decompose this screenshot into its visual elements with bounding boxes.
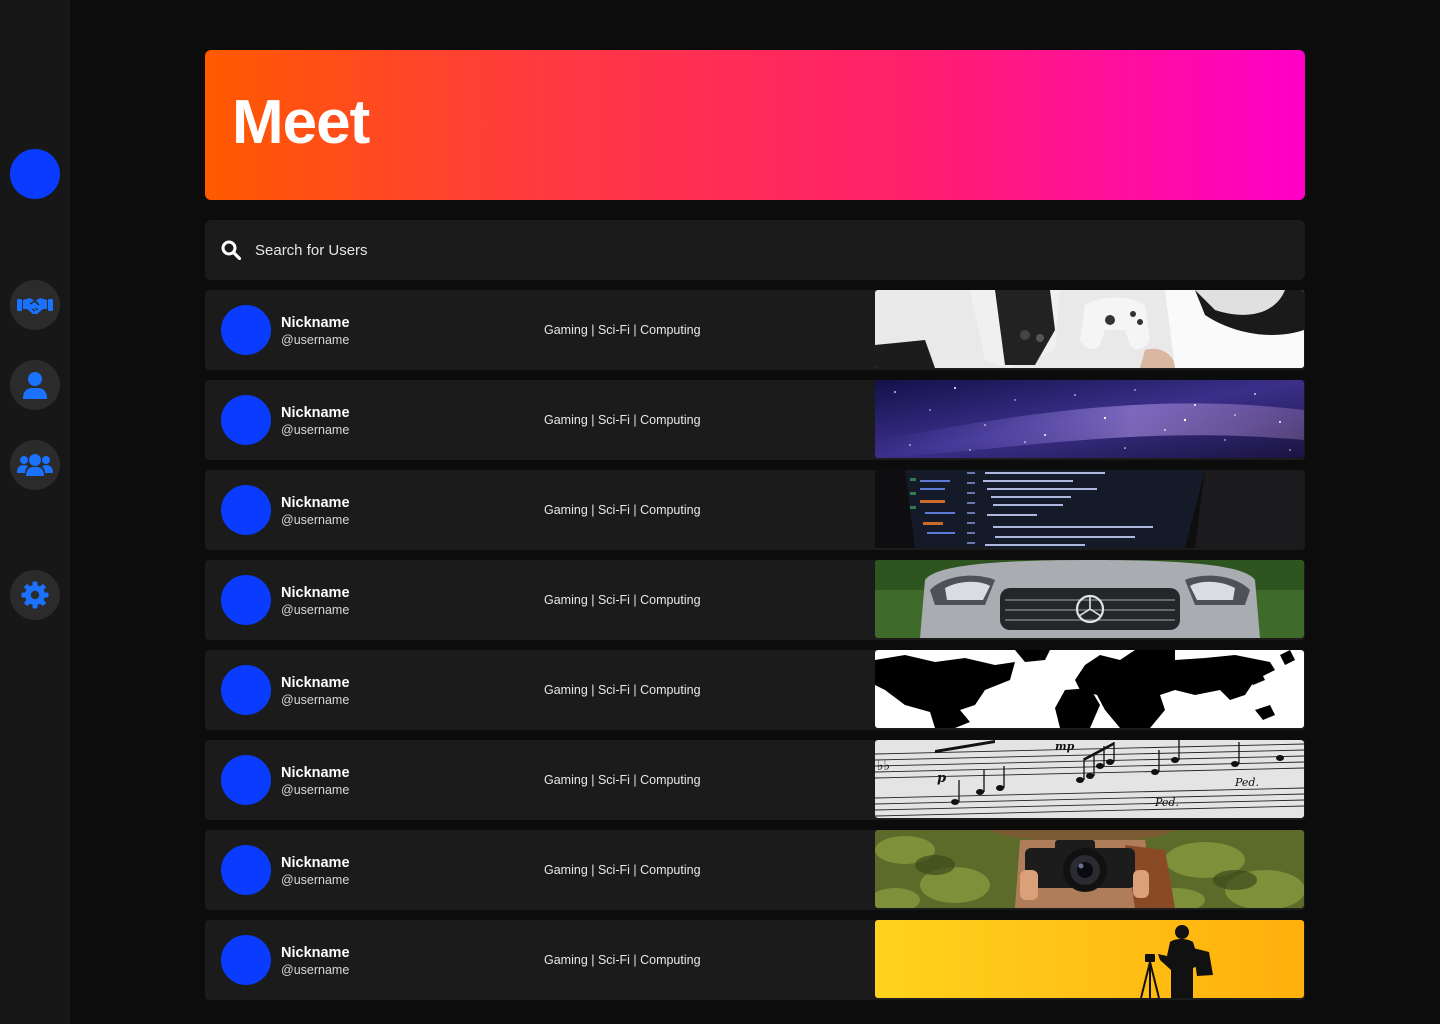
sidebar <box>0 0 70 1024</box>
sidebar-item-settings[interactable] <box>10 570 60 620</box>
user-handle: @username <box>281 423 350 437</box>
svg-text:Ped.: Ped. <box>1154 796 1179 809</box>
avatar[interactable] <box>221 665 271 715</box>
user-handle: @username <box>281 873 350 887</box>
user-interests: Gaming | Sci-Fi | Computing <box>544 503 701 517</box>
avatar[interactable] <box>221 305 271 355</box>
banner-photographer <box>875 830 1304 908</box>
user-handle: @username <box>281 603 350 617</box>
svg-text:Ped.: Ped. <box>1234 776 1259 789</box>
user-nickname: Nickname <box>281 315 350 331</box>
avatar[interactable] <box>221 755 271 805</box>
user-card[interactable]: Nickname @username Gaming | Sci-Fi | Com… <box>205 920 1305 1000</box>
sidebar-item-profile[interactable] <box>10 360 60 410</box>
avatar[interactable] <box>221 935 271 985</box>
user-interests: Gaming | Sci-Fi | Computing <box>544 323 701 337</box>
search-icon <box>221 240 241 260</box>
page-header-banner: Meet <box>205 50 1305 200</box>
user-interests: Gaming | Sci-Fi | Computing <box>544 593 701 607</box>
user-nickname: Nickname <box>281 585 350 601</box>
user-nickname: Nickname <box>281 765 350 781</box>
user-card[interactable]: Nickname @username Gaming | Sci-Fi | Com… <box>205 830 1305 910</box>
svg-text:p: p <box>937 771 946 786</box>
user-handle: @username <box>281 333 350 347</box>
user-interests: Gaming | Sci-Fi | Computing <box>544 413 701 427</box>
user-icon <box>23 372 47 399</box>
user-interests: Gaming | Sci-Fi | Computing <box>544 683 701 697</box>
avatar[interactable] <box>221 395 271 445</box>
banner-code-screen <box>875 470 1304 548</box>
avatar[interactable] <box>221 845 271 895</box>
user-handle: @username <box>281 963 350 977</box>
user-card[interactable]: Nickname @username Gaming | Sci-Fi | Com… <box>205 650 1305 730</box>
page-title: Meet <box>232 88 370 157</box>
user-card[interactable]: Nickname @username Gaming | Sci-Fi | Com… <box>205 740 1305 820</box>
user-nickname: Nickname <box>281 675 350 691</box>
user-card[interactable]: Nickname @username Gaming | Sci-Fi | Com… <box>205 470 1305 550</box>
sidebar-item-meet[interactable] <box>10 280 60 330</box>
search-bar <box>205 220 1305 280</box>
user-nickname: Nickname <box>281 945 350 961</box>
user-interests: Gaming | Sci-Fi | Computing <box>544 773 701 787</box>
user-card[interactable]: Nickname @username Gaming | Sci-Fi | Com… <box>205 380 1305 460</box>
user-nickname: Nickname <box>281 495 350 511</box>
user-handle: @username <box>281 513 350 527</box>
user-interests: Gaming | Sci-Fi | Computing <box>544 863 701 877</box>
banner-game-controllers <box>875 290 1304 368</box>
user-handle: @username <box>281 693 350 707</box>
sidebar-item-groups[interactable] <box>10 440 60 490</box>
user-nickname: Nickname <box>281 855 350 871</box>
svg-text:mp: mp <box>1055 740 1075 753</box>
avatar[interactable] <box>221 575 271 625</box>
banner-sheet-music: Ped. Ped. mp p ♭♭ <box>875 740 1304 818</box>
user-interests: Gaming | Sci-Fi | Computing <box>544 953 701 967</box>
search-input[interactable] <box>255 220 1285 280</box>
avatar[interactable] <box>221 485 271 535</box>
svg-text:♭♭: ♭♭ <box>877 758 890 774</box>
users-icon <box>17 454 53 476</box>
banner-silver-car <box>875 560 1304 638</box>
user-list: Nickname @username Gaming | Sci-Fi | Com… <box>205 290 1305 1010</box>
user-card[interactable]: Nickname @username Gaming | Sci-Fi | Com… <box>205 560 1305 640</box>
profile-avatar[interactable] <box>10 149 60 199</box>
user-handle: @username <box>281 783 350 797</box>
banner-starry-sky <box>875 380 1304 458</box>
banner-silhouette-yellow <box>875 920 1304 998</box>
banner-world-map <box>875 650 1304 728</box>
user-card[interactable]: Nickname @username Gaming | Sci-Fi | Com… <box>205 290 1305 370</box>
user-nickname: Nickname <box>281 405 350 421</box>
gear-icon <box>21 581 49 609</box>
handshake-icon <box>17 298 53 314</box>
